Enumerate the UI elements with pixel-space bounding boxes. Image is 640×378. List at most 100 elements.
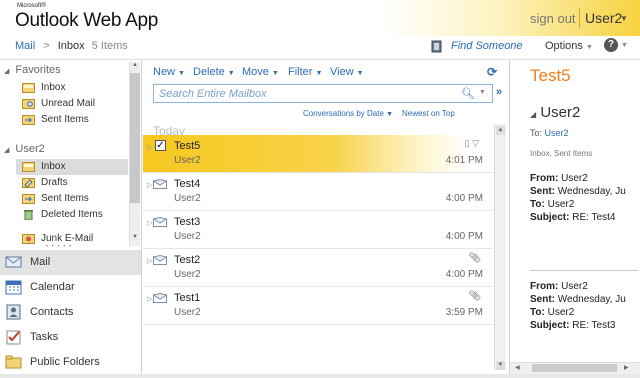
- search-box[interactable]: Search Entire Mailbox 🔍︎ ▼: [153, 84, 493, 103]
- reading-pane-subject: Test5: [530, 66, 571, 85]
- message-row[interactable]: ▷ Test1 User2 📎︎ 3:59 PM: [143, 287, 493, 325]
- breadcrumb-mail[interactable]: Mail: [15, 40, 35, 52]
- module-public-folders[interactable]: Public Folders: [0, 350, 142, 375]
- collapse-icon: ◢: [4, 68, 10, 75]
- message-sender: User2: [174, 269, 201, 280]
- message-sender: User2: [174, 231, 201, 242]
- favorite-inbox[interactable]: Inbox: [16, 80, 128, 96]
- scroll-down-icon[interactable]: ▼: [130, 234, 140, 244]
- folder-deleted-items[interactable]: Deleted Items: [16, 207, 128, 223]
- folder-inbox[interactable]: Inbox: [16, 159, 128, 175]
- chevron-down-icon[interactable]: ▼: [479, 89, 486, 96]
- flag-icon[interactable]: ▯ ▽: [465, 138, 479, 149]
- contacts-icon: [6, 304, 21, 320]
- inbox-icon: [22, 162, 35, 172]
- message-subject: Test2: [174, 254, 201, 266]
- breadcrumb: Mail > Inbox 5 Items: [15, 40, 128, 52]
- user-menu[interactable]: User2: [585, 10, 622, 26]
- recipient-link[interactable]: User2: [545, 128, 569, 138]
- module-tasks[interactable]: Tasks: [0, 325, 142, 350]
- message-row[interactable]: ▷ Test3 User2 4:00 PM: [143, 211, 493, 249]
- favorite-sent-items[interactable]: Sent Items: [16, 112, 128, 128]
- chevron-down-icon[interactable]: ▼: [621, 42, 628, 49]
- folder-label: Sent Items: [41, 193, 89, 204]
- message-time: 4:00 PM: [445, 269, 483, 280]
- message-time: 4:01 PM: [445, 155, 483, 166]
- options-label: Options: [545, 40, 583, 52]
- new-label: New: [153, 66, 176, 78]
- from-value: User2: [561, 173, 588, 184]
- expand-conversation-icon[interactable]: ▷: [147, 219, 152, 227]
- attachment-icon: 📎︎: [468, 253, 481, 264]
- arrange-by-label: Conversations by Date: [303, 109, 384, 118]
- scrollbar-thumb[interactable]: [130, 73, 140, 203]
- arrange-by-menu[interactable]: Conversations by Date ▼: [303, 109, 393, 118]
- junk-icon: [22, 234, 35, 244]
- folder-label: Sent Items: [41, 114, 89, 125]
- folder-sent-items[interactable]: Sent Items: [16, 191, 128, 207]
- drafts-icon: [22, 178, 35, 188]
- message-row[interactable]: ▷ Test2 User2 📎︎ 4:00 PM: [143, 249, 493, 287]
- quoted-header: From: User2 Sent: Wednesday, Ju To: User…: [530, 172, 638, 224]
- scroll-down-icon[interactable]: ▼: [496, 361, 505, 370]
- move-button[interactable]: Move ▼: [242, 66, 279, 78]
- find-someone-link[interactable]: Find Someone: [451, 40, 523, 52]
- filter-button[interactable]: Filter ▼: [288, 66, 322, 78]
- sent-value: Wednesday, Ju: [557, 294, 626, 305]
- folder-drafts[interactable]: Drafts: [16, 175, 128, 191]
- expand-search-icon[interactable]: »: [496, 86, 502, 98]
- help-icon[interactable]: ?: [604, 38, 618, 52]
- favorite-unread-mail[interactable]: Unread Mail: [16, 96, 128, 112]
- delete-button[interactable]: Delete ▼: [193, 66, 235, 78]
- read-envelope-icon: [153, 179, 167, 189]
- scrollbar-thumb[interactable]: [532, 364, 617, 372]
- chevron-down-icon: ▼: [178, 70, 185, 77]
- view-button[interactable]: View ▼: [330, 66, 364, 78]
- message-subject: Test5: [174, 140, 201, 152]
- module-mail[interactable]: Mail: [0, 250, 142, 275]
- new-button[interactable]: New ▼: [153, 66, 185, 78]
- folder-label: Inbox: [41, 82, 66, 93]
- public-folders-icon: [5, 355, 22, 369]
- sign-out-link[interactable]: sign out: [530, 11, 576, 26]
- sent-label: Sent:: [530, 294, 555, 305]
- view-label: View: [330, 66, 354, 78]
- module-label: Public Folders: [30, 356, 100, 368]
- search-icon[interactable]: 🔍︎: [461, 87, 475, 100]
- chevron-down-icon[interactable]: ▼: [620, 14, 628, 23]
- from-label: From:: [530, 281, 559, 292]
- favorites-label: Favorites: [15, 64, 61, 76]
- message-list-scrollbar[interactable]: [494, 124, 506, 370]
- scroll-up-icon[interactable]: ▲: [130, 62, 140, 72]
- scroll-left-icon[interactable]: ◀: [515, 364, 520, 371]
- module-calendar[interactable]: Calendar: [0, 275, 142, 300]
- reading-pane-sender[interactable]: ◢ User2: [530, 104, 580, 121]
- sort-order-toggle[interactable]: Newest on Top: [402, 109, 455, 118]
- refresh-icon[interactable]: ⟳: [487, 65, 497, 79]
- options-menu[interactable]: Options ▼: [545, 40, 593, 52]
- favorites-header[interactable]: ◢ Favorites: [4, 64, 61, 76]
- mailbox-header[interactable]: ◢ User2: [4, 143, 45, 155]
- module-contacts[interactable]: Contacts: [0, 300, 142, 325]
- divider: [530, 270, 638, 271]
- expand-conversation-icon[interactable]: ▷: [147, 257, 152, 265]
- message-checkbox[interactable]: ✓: [155, 140, 166, 151]
- expand-conversation-icon[interactable]: ▷: [147, 143, 152, 151]
- search-input[interactable]: Search Entire Mailbox: [159, 88, 267, 100]
- header-divider: [579, 8, 580, 28]
- expand-conversation-icon[interactable]: ▷: [147, 181, 152, 189]
- mail-icon: [5, 256, 22, 268]
- message-time: 4:00 PM: [445, 231, 483, 242]
- folder-label: Drafts: [41, 177, 68, 188]
- address-book-icon[interactable]: [431, 40, 443, 53]
- expand-conversation-icon[interactable]: ▷: [147, 295, 152, 303]
- chevron-down-icon: ▼: [585, 44, 593, 51]
- scroll-right-icon[interactable]: ▶: [624, 364, 629, 371]
- quoted-header: From: User2 Sent: Wednesday, Ju To: User…: [530, 280, 638, 332]
- message-row[interactable]: ▷ Test4 User2 4:00 PM: [143, 173, 493, 211]
- sender-name: User2: [540, 104, 581, 121]
- message-row[interactable]: ▷ ✓ Test5 User2 ▯ ▽ 4:01 PM: [143, 135, 493, 173]
- chevron-down-icon: ▼: [356, 70, 364, 77]
- scroll-up-icon[interactable]: ▲: [496, 126, 505, 135]
- item-count: 5 Items: [91, 40, 128, 52]
